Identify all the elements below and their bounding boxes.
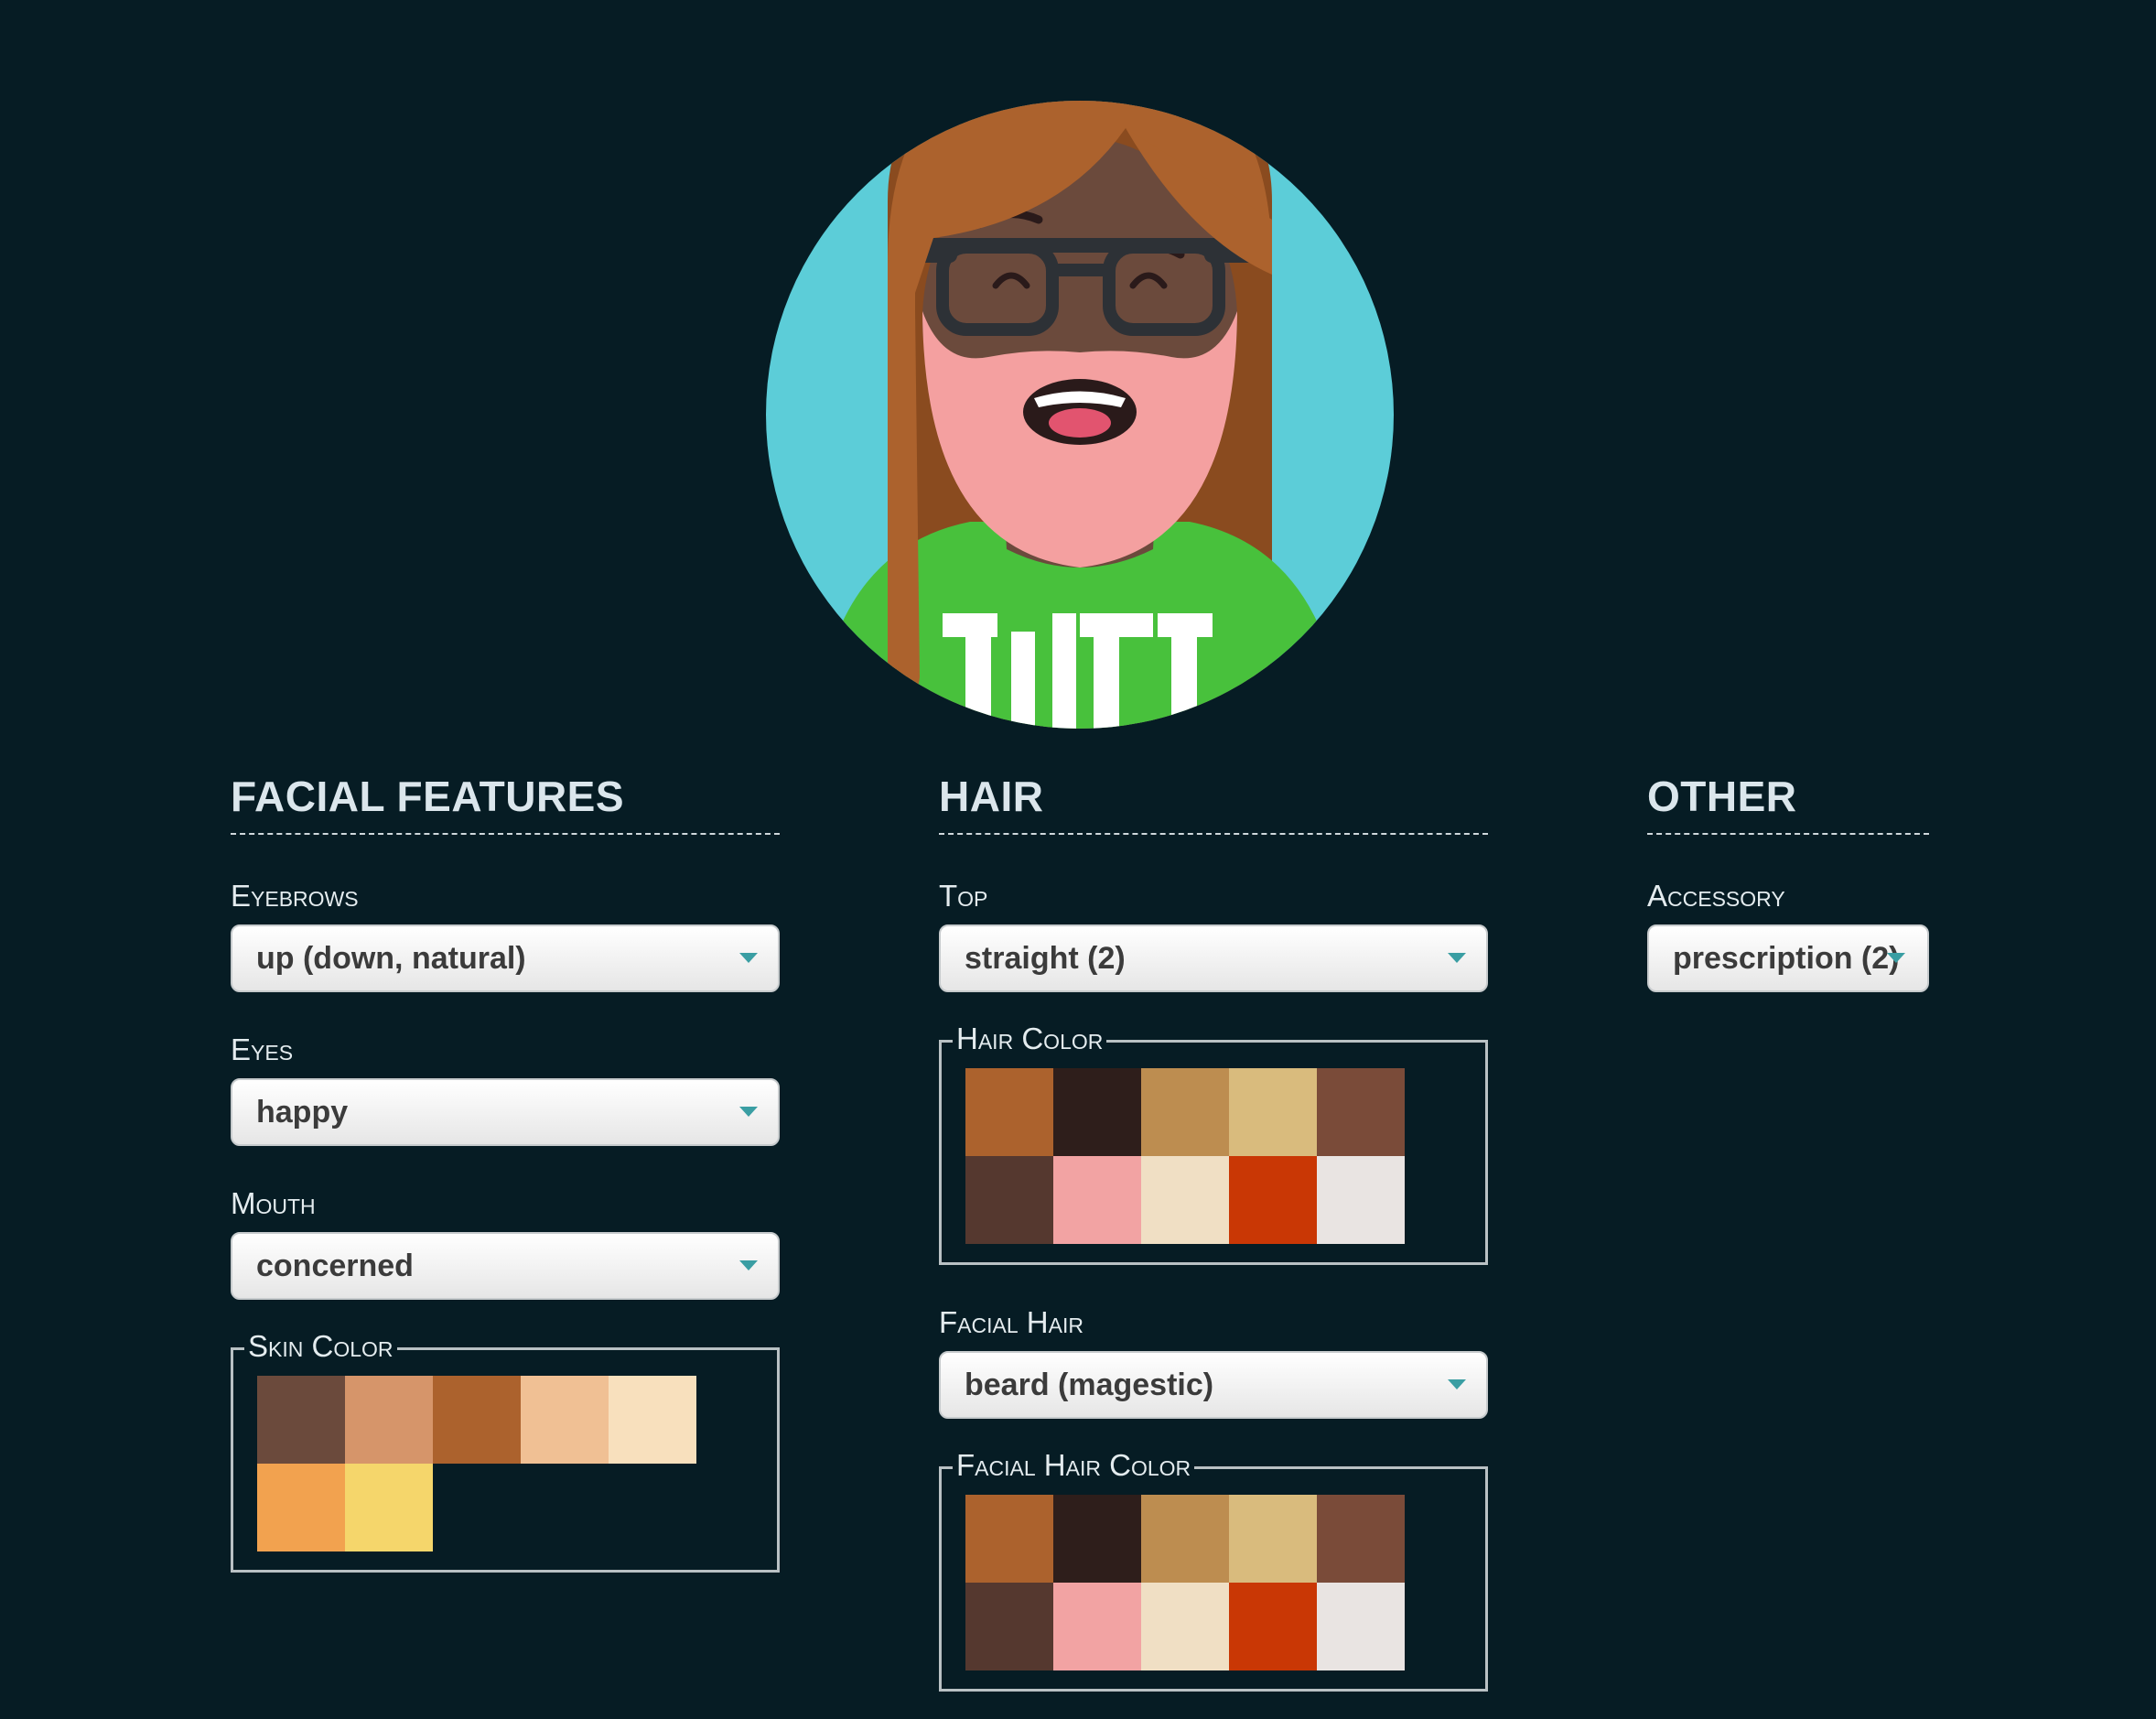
- eyebrows-select[interactable]: up (down, natural): [231, 924, 780, 992]
- top-select[interactable]: straight (2): [939, 924, 1488, 992]
- skin-color-fieldset: Skin Color: [231, 1328, 780, 1573]
- hair-section: HAIR Top straight (2) Hair Color Facial …: [939, 771, 1488, 1692]
- chevron-down-icon: [1448, 953, 1466, 963]
- eyes-label: Eyes: [231, 1032, 294, 1066]
- facial-hair-label: Facial Hair: [939, 1305, 1083, 1339]
- facial-hair-color-swatch-3[interactable]: [1141, 1495, 1229, 1583]
- skin-color-swatch-7[interactable]: [345, 1464, 433, 1551]
- hair-color-swatch-9[interactable]: [1229, 1156, 1317, 1244]
- eyes-value: happy: [256, 1095, 349, 1130]
- skin-color-swatch-5[interactable]: [609, 1376, 696, 1464]
- facial-features-section: FACIAL FEATURES Eyebrows up (down, natur…: [231, 771, 780, 1573]
- other-title: OTHER: [1647, 771, 1929, 835]
- top-label: Top: [939, 879, 988, 913]
- facial-hair-color-swatch-5[interactable]: [1317, 1495, 1405, 1583]
- hair-color-swatch-10[interactable]: [1317, 1156, 1405, 1244]
- hair-color-swatch-8[interactable]: [1141, 1156, 1229, 1244]
- chevron-down-icon: [1448, 1379, 1466, 1389]
- eyebrows-value: up (down, natural): [256, 941, 526, 976]
- facial-features-title: FACIAL FEATURES: [231, 771, 780, 835]
- hair-title: HAIR: [939, 771, 1488, 835]
- skin-color-swatches: [257, 1376, 755, 1551]
- hair-color-swatch-4[interactable]: [1229, 1068, 1317, 1156]
- facial-hair-select[interactable]: beard (magestic): [939, 1351, 1488, 1419]
- hair-color-swatch-7[interactable]: [1053, 1156, 1141, 1244]
- accessory-label: Accessory: [1647, 879, 1785, 913]
- skin-color-swatch-4[interactable]: [521, 1376, 609, 1464]
- other-section: OTHER Accessory prescription (2): [1647, 771, 1929, 992]
- chevron-down-icon: [739, 1107, 758, 1117]
- facial-hair-color-swatches: [965, 1495, 1463, 1670]
- hair-color-swatches: [965, 1068, 1463, 1244]
- facial-hair-color-swatch-8[interactable]: [1141, 1583, 1229, 1670]
- skin-color-swatch-3[interactable]: [433, 1376, 521, 1464]
- accessory-value: prescription (2): [1673, 941, 1900, 976]
- hair-color-swatch-1[interactable]: [965, 1068, 1053, 1156]
- chevron-down-icon: [739, 953, 758, 963]
- skin-color-swatch-1[interactable]: [257, 1376, 345, 1464]
- facial-hair-color-swatch-7[interactable]: [1053, 1583, 1141, 1670]
- eyes-select[interactable]: happy: [231, 1078, 780, 1146]
- facial-hair-color-label: Facial Hair Color: [953, 1447, 1195, 1484]
- facial-hair-color-swatch-1[interactable]: [965, 1495, 1053, 1583]
- top-value: straight (2): [965, 941, 1126, 976]
- skin-color-swatch-2[interactable]: [345, 1376, 433, 1464]
- facial-hair-value: beard (magestic): [965, 1368, 1214, 1402]
- hair-color-fieldset: Hair Color: [939, 1021, 1488, 1265]
- facial-hair-color-fieldset: Facial Hair Color: [939, 1447, 1488, 1692]
- eyebrows-label: Eyebrows: [231, 879, 359, 913]
- mouth-label: Mouth: [231, 1186, 316, 1220]
- mouth-select[interactable]: concerned: [231, 1232, 780, 1300]
- skin-color-swatch-6[interactable]: [257, 1464, 345, 1551]
- facial-hair-color-swatch-9[interactable]: [1229, 1583, 1317, 1670]
- facial-hair-color-swatch-4[interactable]: [1229, 1495, 1317, 1583]
- hair-color-swatch-5[interactable]: [1317, 1068, 1405, 1156]
- hair-color-swatch-2[interactable]: [1053, 1068, 1141, 1156]
- accessory-select[interactable]: prescription (2): [1647, 924, 1929, 992]
- mouth-value: concerned: [256, 1249, 414, 1283]
- facial-hair-color-swatch-6[interactable]: [965, 1583, 1053, 1670]
- facial-hair-color-swatch-2[interactable]: [1053, 1495, 1141, 1583]
- hair-color-swatch-3[interactable]: [1141, 1068, 1229, 1156]
- chevron-down-icon: [739, 1260, 758, 1270]
- avatar: [760, 37, 1400, 732]
- chevron-down-icon: [1887, 953, 1905, 963]
- skin-color-label: Skin Color: [244, 1328, 397, 1365]
- hair-color-label: Hair Color: [953, 1021, 1107, 1057]
- hair-color-swatch-6[interactable]: [965, 1156, 1053, 1244]
- facial-hair-color-swatch-10[interactable]: [1317, 1583, 1405, 1670]
